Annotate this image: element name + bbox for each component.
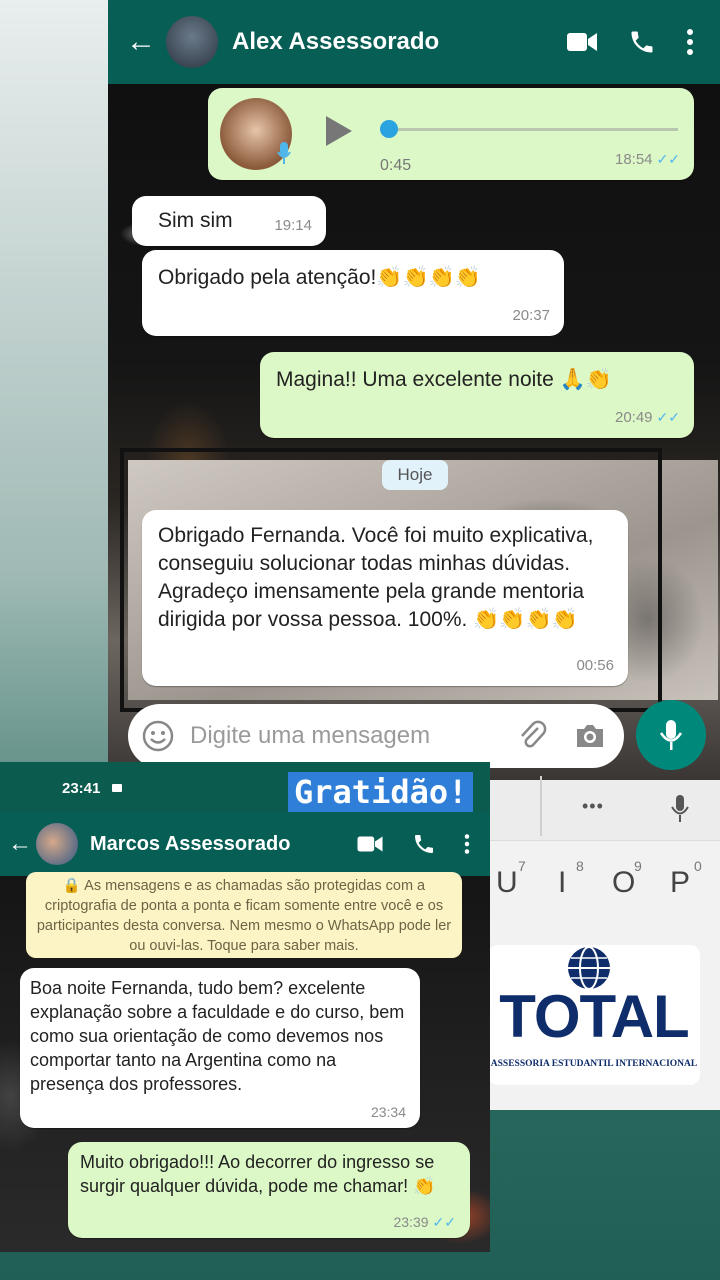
- contact-name[interactable]: Marcos Assessorado: [90, 833, 290, 856]
- message-bubble[interactable]: Obrigado pela atenção!👏👏👏👏 20:37: [142, 250, 564, 336]
- message-text: Sim sim: [158, 209, 233, 232]
- more-vert-icon[interactable]: [686, 28, 694, 56]
- paperclip-icon[interactable]: [518, 720, 548, 752]
- read-ticks-icon: ✓✓: [656, 409, 680, 425]
- gratidao-label: Gratidão!: [288, 772, 474, 812]
- contact-name[interactable]: Alex Assessorado: [232, 28, 439, 56]
- message-bubble[interactable]: Magina!! Uma excelente noite 🙏👏 20:49 ✓✓: [260, 352, 694, 438]
- total-logo: TOTAL ASSESSORIA ESTUDANTIL INTERNACIONA…: [488, 945, 700, 1085]
- phone-icon[interactable]: [412, 832, 436, 856]
- video-call-icon[interactable]: [356, 834, 384, 854]
- message-time: 20:49 ✓✓: [614, 409, 680, 426]
- keyboard-toolbar: •••: [488, 776, 720, 841]
- date-divider: Hoje: [382, 460, 448, 490]
- audio-progress-track[interactable]: [388, 128, 678, 131]
- mic-icon: [277, 142, 291, 164]
- notification-icon: [112, 784, 122, 792]
- message-time: 20:37: [512, 307, 550, 324]
- key-u[interactable]: U: [496, 866, 518, 900]
- key-o[interactable]: O: [612, 866, 635, 900]
- back-arrow-icon[interactable]: ←: [126, 25, 156, 59]
- encryption-text: As mensagens e as chamadas são protegida…: [36, 878, 452, 954]
- phone-icon[interactable]: [628, 28, 656, 56]
- message-text: Obrigado pela atenção!👏👏👏👏: [158, 266, 481, 289]
- bottom-chat-window: 23:41 ← Marcos Assessorado 🔒 As mensagen…: [0, 762, 490, 1252]
- audio-progress-knob[interactable]: [380, 120, 398, 138]
- message-time: 23:39 ✓✓: [393, 1214, 456, 1230]
- message-time: 23:34: [370, 1104, 406, 1120]
- more-options-icon[interactable]: •••: [582, 796, 604, 817]
- read-ticks-icon: ✓✓: [432, 1214, 456, 1230]
- logo-text: TOTAL: [499, 983, 689, 1050]
- key-p[interactable]: P: [670, 866, 690, 900]
- message-text: Boa noite Fernanda, tudo bem? excelente …: [30, 978, 405, 1094]
- back-arrow-icon[interactable]: ←: [8, 830, 32, 858]
- key-number: 7: [518, 858, 526, 874]
- audio-duration: 0:45: [380, 157, 412, 174]
- more-vert-icon[interactable]: [464, 832, 470, 856]
- emoji-icon[interactable]: [142, 720, 174, 752]
- play-icon[interactable]: [324, 114, 354, 148]
- contact-avatar[interactable]: [166, 16, 218, 68]
- message-input-bar[interactable]: Digite uma mensagem: [128, 704, 624, 768]
- voice-message[interactable]: 0:45 18:54 ✓✓: [208, 88, 694, 180]
- mic-button[interactable]: [636, 700, 706, 770]
- contact-avatar[interactable]: [36, 823, 78, 865]
- message-bubble[interactable]: Boa noite Fernanda, tudo bem? excelente …: [20, 968, 420, 1128]
- message-time: 19:14: [274, 217, 312, 234]
- voice-input-icon[interactable]: [670, 794, 690, 824]
- chat-header: ← Marcos Assessorado: [0, 812, 490, 876]
- keyboard-area: ••• 7 8 9 0 U I O P TOTAL ASSESSORIA EST…: [488, 776, 720, 1110]
- mic-icon: [659, 720, 683, 750]
- message-time: 18:54 ✓✓: [614, 151, 680, 168]
- key-i[interactable]: I: [558, 866, 566, 900]
- message-text: Muito obrigado!!! Ao decorrer do ingress…: [80, 1152, 436, 1196]
- encryption-notice[interactable]: 🔒 As mensagens e as chamadas são protegi…: [26, 872, 462, 958]
- read-ticks-icon: ✓✓: [656, 151, 680, 167]
- key-number: 8: [576, 858, 584, 874]
- camera-icon[interactable]: [574, 722, 606, 750]
- logo-tagline: ASSESSORIA ESTUDANTIL INTERNACIONAL: [490, 1059, 698, 1069]
- message-input[interactable]: Digite uma mensagem: [190, 722, 430, 750]
- message-text: Magina!! Uma excelente noite 🙏👏: [276, 368, 612, 391]
- status-time: 23:41: [62, 780, 101, 797]
- lock-icon: 🔒: [62, 878, 85, 894]
- message-bubble[interactable]: Muito obrigado!!! Ao decorrer do ingress…: [68, 1142, 470, 1238]
- key-number: 0: [694, 858, 702, 874]
- message-bubble[interactable]: Sim sim 19:14: [132, 196, 326, 246]
- video-call-icon[interactable]: [566, 30, 598, 54]
- toolbar-divider: [540, 776, 542, 836]
- chat-header: ← Alex Assessorado: [108, 0, 720, 84]
